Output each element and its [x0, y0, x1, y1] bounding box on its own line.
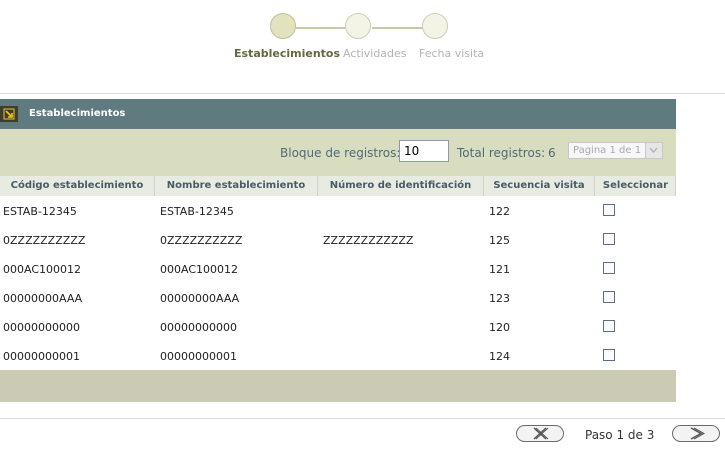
cell-secuencia: 123 — [489, 292, 510, 305]
column-header-secuencia[interactable]: Secuencia visita — [484, 176, 594, 196]
cell-codigo: 000AC100012 — [3, 263, 81, 276]
cell-nombre: 00000000AAA — [160, 292, 240, 305]
step-1-label: Establecimientos — [234, 47, 341, 60]
cell-codigo: 00000000000 — [3, 321, 80, 334]
total-records-value: 6 — [548, 146, 556, 160]
step-connector — [372, 27, 423, 29]
block-size-input[interactable] — [399, 140, 449, 162]
chevron-right-icon — [690, 427, 706, 440]
cell-secuencia: 122 — [489, 205, 510, 218]
cell-nombre: ESTAB-12345 — [160, 205, 234, 218]
table-row[interactable]: ESTAB-12345 ESTAB-12345 122 — [0, 196, 676, 226]
select-checkbox[interactable] — [603, 320, 615, 332]
cell-secuencia: 120 — [489, 321, 510, 334]
cell-secuencia: 125 — [489, 234, 510, 247]
next-button[interactable] — [672, 425, 720, 442]
step-3-circle[interactable] — [422, 13, 448, 39]
step-indicator: Paso 1 de 3 — [585, 428, 655, 442]
cell-codigo: ESTAB-12345 — [3, 205, 77, 218]
expand-corner-icon[interactable] — [0, 106, 18, 122]
cell-codigo: 00000000AAA — [3, 292, 83, 305]
table-row[interactable]: 00000000000 00000000000 120 — [0, 312, 676, 342]
select-checkbox[interactable] — [603, 204, 615, 216]
panel-header: Establecimientos — [0, 99, 676, 129]
establishments-panel: Establecimientos Bloque de registros: To… — [0, 99, 676, 402]
step-connector — [296, 27, 346, 29]
panel-title: Establecimientos — [29, 108, 126, 119]
column-header-nombre[interactable]: Nombre establecimiento — [155, 176, 317, 196]
total-records-label: Total registros: — [457, 146, 546, 160]
cell-nombre: 00000000001 — [160, 350, 237, 363]
cell-nombre: 000AC100012 — [160, 263, 238, 276]
step-2-circle[interactable] — [345, 13, 371, 39]
column-header-numero[interactable]: Número de identificación — [318, 176, 483, 196]
step-3-label: Fecha visita — [419, 47, 485, 60]
cell-numero: ZZZZZZZZZZZZ — [323, 234, 414, 247]
cell-nombre: 0ZZZZZZZZZZ — [160, 234, 243, 247]
select-checkbox[interactable] — [603, 233, 615, 245]
close-x-icon — [533, 427, 549, 440]
column-header-codigo[interactable]: Código establecimiento — [0, 176, 154, 196]
step-2-label: Actividades — [343, 47, 407, 60]
table-row[interactable]: 00000000AAA 00000000AAA 123 — [0, 283, 676, 313]
panel-toolbar: Bloque de registros: Total registros: 6 … — [0, 129, 676, 176]
page-select-dropdown-button[interactable] — [645, 143, 662, 158]
page-select-value: Pagina 1 de 1 — [573, 145, 642, 156]
step-1-circle[interactable] — [270, 13, 296, 39]
table-row[interactable]: 000AC100012 000AC100012 121 — [0, 254, 676, 284]
table-row[interactable]: 0ZZZZZZZZZZ 0ZZZZZZZZZZ ZZZZZZZZZZZZ 125 — [0, 225, 676, 255]
wizard-stepper: Establecimientos Actividades Fecha visit… — [0, 0, 725, 80]
select-checkbox[interactable] — [603, 262, 615, 274]
cell-codigo: 00000000001 — [3, 350, 80, 363]
cell-nombre: 00000000000 — [160, 321, 237, 334]
table-header: Código establecimiento Nombre establecim… — [0, 176, 676, 197]
cancel-button[interactable] — [516, 425, 564, 442]
select-checkbox[interactable] — [603, 291, 615, 303]
table-footer — [0, 370, 676, 402]
page-select[interactable]: Pagina 1 de 1 — [568, 142, 663, 159]
cell-secuencia: 124 — [489, 350, 510, 363]
chevron-down-icon — [649, 147, 658, 154]
cell-codigo: 0ZZZZZZZZZZ — [3, 234, 86, 247]
select-checkbox[interactable] — [603, 349, 615, 361]
block-size-label: Bloque de registros: — [280, 146, 401, 160]
column-header-seleccionar[interactable]: Seleccionar — [595, 176, 676, 196]
cell-secuencia: 121 — [489, 263, 510, 276]
table-row[interactable]: 00000000001 00000000001 124 — [0, 341, 676, 371]
bottom-divider — [0, 418, 725, 419]
top-divider — [0, 93, 725, 94]
